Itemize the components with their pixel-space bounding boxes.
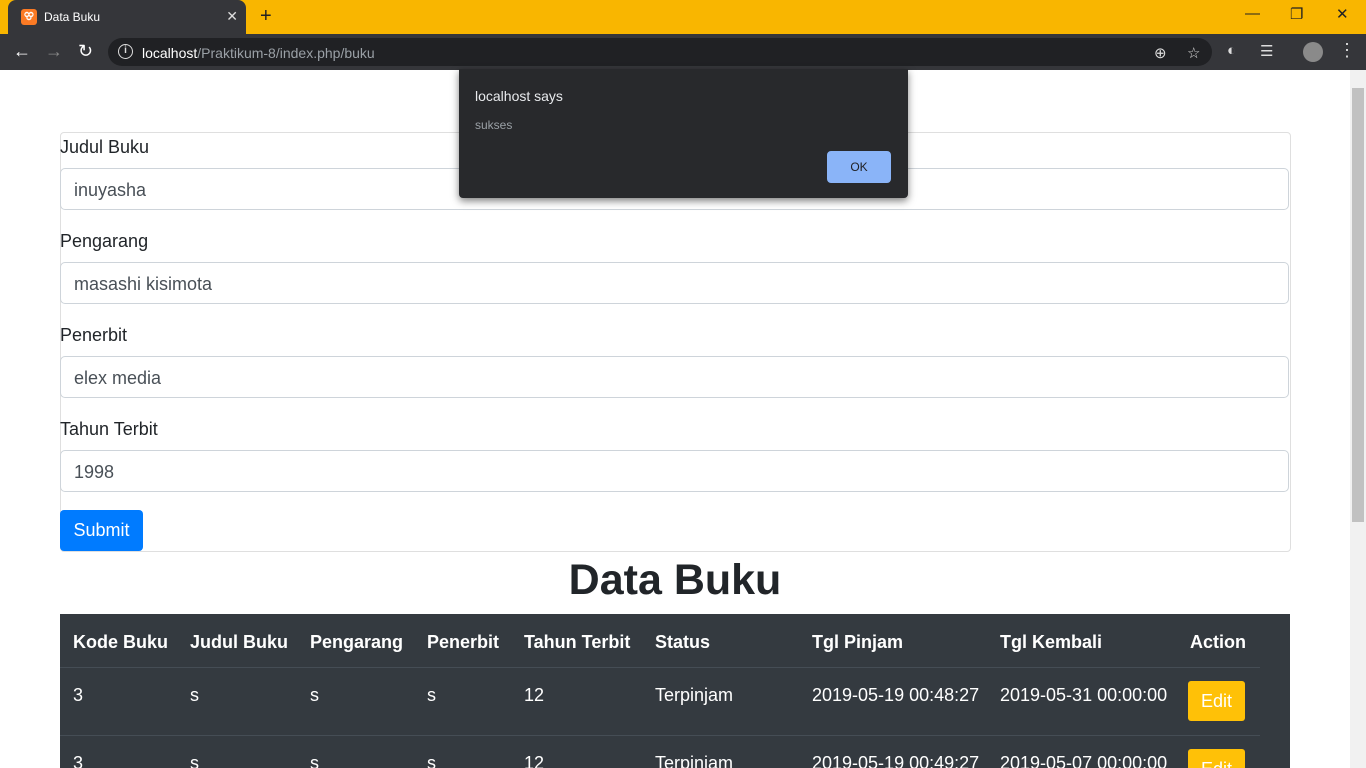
cell-judul-buku: s — [190, 685, 199, 705]
back-icon[interactable]: ← — [13, 41, 31, 62]
cell-tahun-terbit: 12 — [524, 753, 545, 768]
cell-penerbit: s — [427, 753, 436, 768]
dialog-message: sukses — [475, 118, 513, 132]
window-close-icon[interactable]: ✕ — [1336, 5, 1349, 23]
bookmark-star-icon[interactable]: ☆ — [1187, 44, 1200, 62]
submit-button[interactable]: Submit — [60, 510, 143, 551]
th-pengarang: Pengarang — [310, 632, 404, 652]
books-table: Kode Buku Judul Buku Pengarang Penerbit … — [60, 614, 1290, 768]
dialog-title: localhost says — [475, 88, 563, 104]
th-tgl-pinjam: Tgl Pinjam — [812, 632, 904, 652]
label-tahun-terbit: Tahun Terbit — [60, 419, 158, 439]
cell-pengarang: s — [310, 753, 319, 768]
reload-icon[interactable]: ↻ — [78, 41, 93, 62]
cell-tgl-kembali: 2019-05-31 00:00:00 — [1000, 685, 1168, 705]
menu-icon[interactable]: ⋮ — [1338, 40, 1356, 61]
forward-icon[interactable]: → — [45, 41, 63, 62]
minimize-icon[interactable]: — — [1245, 5, 1260, 22]
url-host: localhost — [142, 45, 198, 61]
reading-list-icon[interactable]: ☰ — [1260, 42, 1273, 60]
input-penerbit[interactable]: elex media — [60, 356, 1289, 398]
page-title: Data Buku — [568, 556, 782, 604]
extension-icon[interactable]: ◐ — [1227, 42, 1236, 59]
edit-button[interactable]: Edit — [1188, 749, 1245, 768]
new-tab-icon[interactable]: + — [260, 5, 272, 28]
row-divider — [60, 667, 1260, 668]
tab-title: Data Buku — [44, 10, 101, 24]
label-penerbit: Penerbit — [60, 325, 128, 345]
label-pengarang: Pengarang — [60, 231, 149, 251]
tab-strip: ꕢ Data Buku ✕ + — ❐ ✕ — [0, 0, 1366, 34]
cell-tgl-pinjam: 2019-05-19 00:48:27 — [812, 685, 980, 705]
profile-avatar[interactable] — [1303, 42, 1323, 62]
tab-close-icon[interactable]: ✕ — [226, 8, 238, 25]
th-kode-buku: Kode Buku — [73, 632, 169, 652]
tab-data-buku[interactable]: ꕢ Data Buku ✕ — [8, 0, 246, 34]
url-path: /Praktikum-8/index.php/buku — [197, 45, 375, 61]
cell-kode-buku: 3 — [73, 753, 84, 768]
th-action: Action — [1190, 632, 1246, 652]
th-status: Status — [655, 632, 711, 652]
row-divider — [60, 735, 1260, 736]
th-judul-buku: Judul Buku — [190, 632, 288, 652]
cell-pengarang: s — [310, 685, 319, 705]
scrollbar-thumb[interactable] — [1352, 88, 1364, 522]
page-scrollbar[interactable] — [1350, 70, 1366, 768]
cell-tgl-kembali: 2019-05-07 00:00:00 — [1000, 753, 1168, 768]
browser-toolbar: ← → ↻ i localhost/Praktikum-8/index.php/… — [0, 34, 1366, 70]
th-tahun-terbit: Tahun Terbit — [524, 632, 631, 652]
site-info-icon[interactable]: i — [118, 44, 133, 59]
address-bar[interactable]: i localhost/Praktikum-8/index.php/buku ⊕… — [108, 38, 1212, 66]
url-text: localhost/Praktikum-8/index.php/buku — [142, 45, 375, 61]
cell-judul-buku: s — [190, 753, 199, 768]
label-judul-buku: Judul Buku — [60, 137, 150, 157]
ok-button[interactable]: OK — [827, 151, 891, 183]
th-penerbit: Penerbit — [427, 632, 500, 652]
edit-button[interactable]: Edit — [1188, 681, 1245, 721]
zoom-icon[interactable]: ⊕ — [1154, 44, 1167, 62]
restore-icon[interactable]: ❐ — [1290, 5, 1303, 23]
cell-penerbit: s — [427, 685, 436, 705]
alert-dialog: localhost says sukses OK — [459, 69, 908, 198]
cell-kode-buku: 3 — [73, 685, 84, 705]
xampp-favicon-icon: ꕢ — [21, 9, 37, 25]
cell-tahun-terbit: 12 — [524, 685, 545, 705]
cell-tgl-pinjam: 2019-05-19 00:49:27 — [812, 753, 980, 768]
cell-status: Terpinjam — [655, 753, 734, 768]
cell-status: Terpinjam — [655, 685, 734, 705]
input-tahun-terbit[interactable]: 1998 — [60, 450, 1289, 492]
th-tgl-kembali: Tgl Kembali — [1000, 632, 1103, 652]
input-pengarang[interactable]: masashi kisimota — [60, 262, 1289, 304]
